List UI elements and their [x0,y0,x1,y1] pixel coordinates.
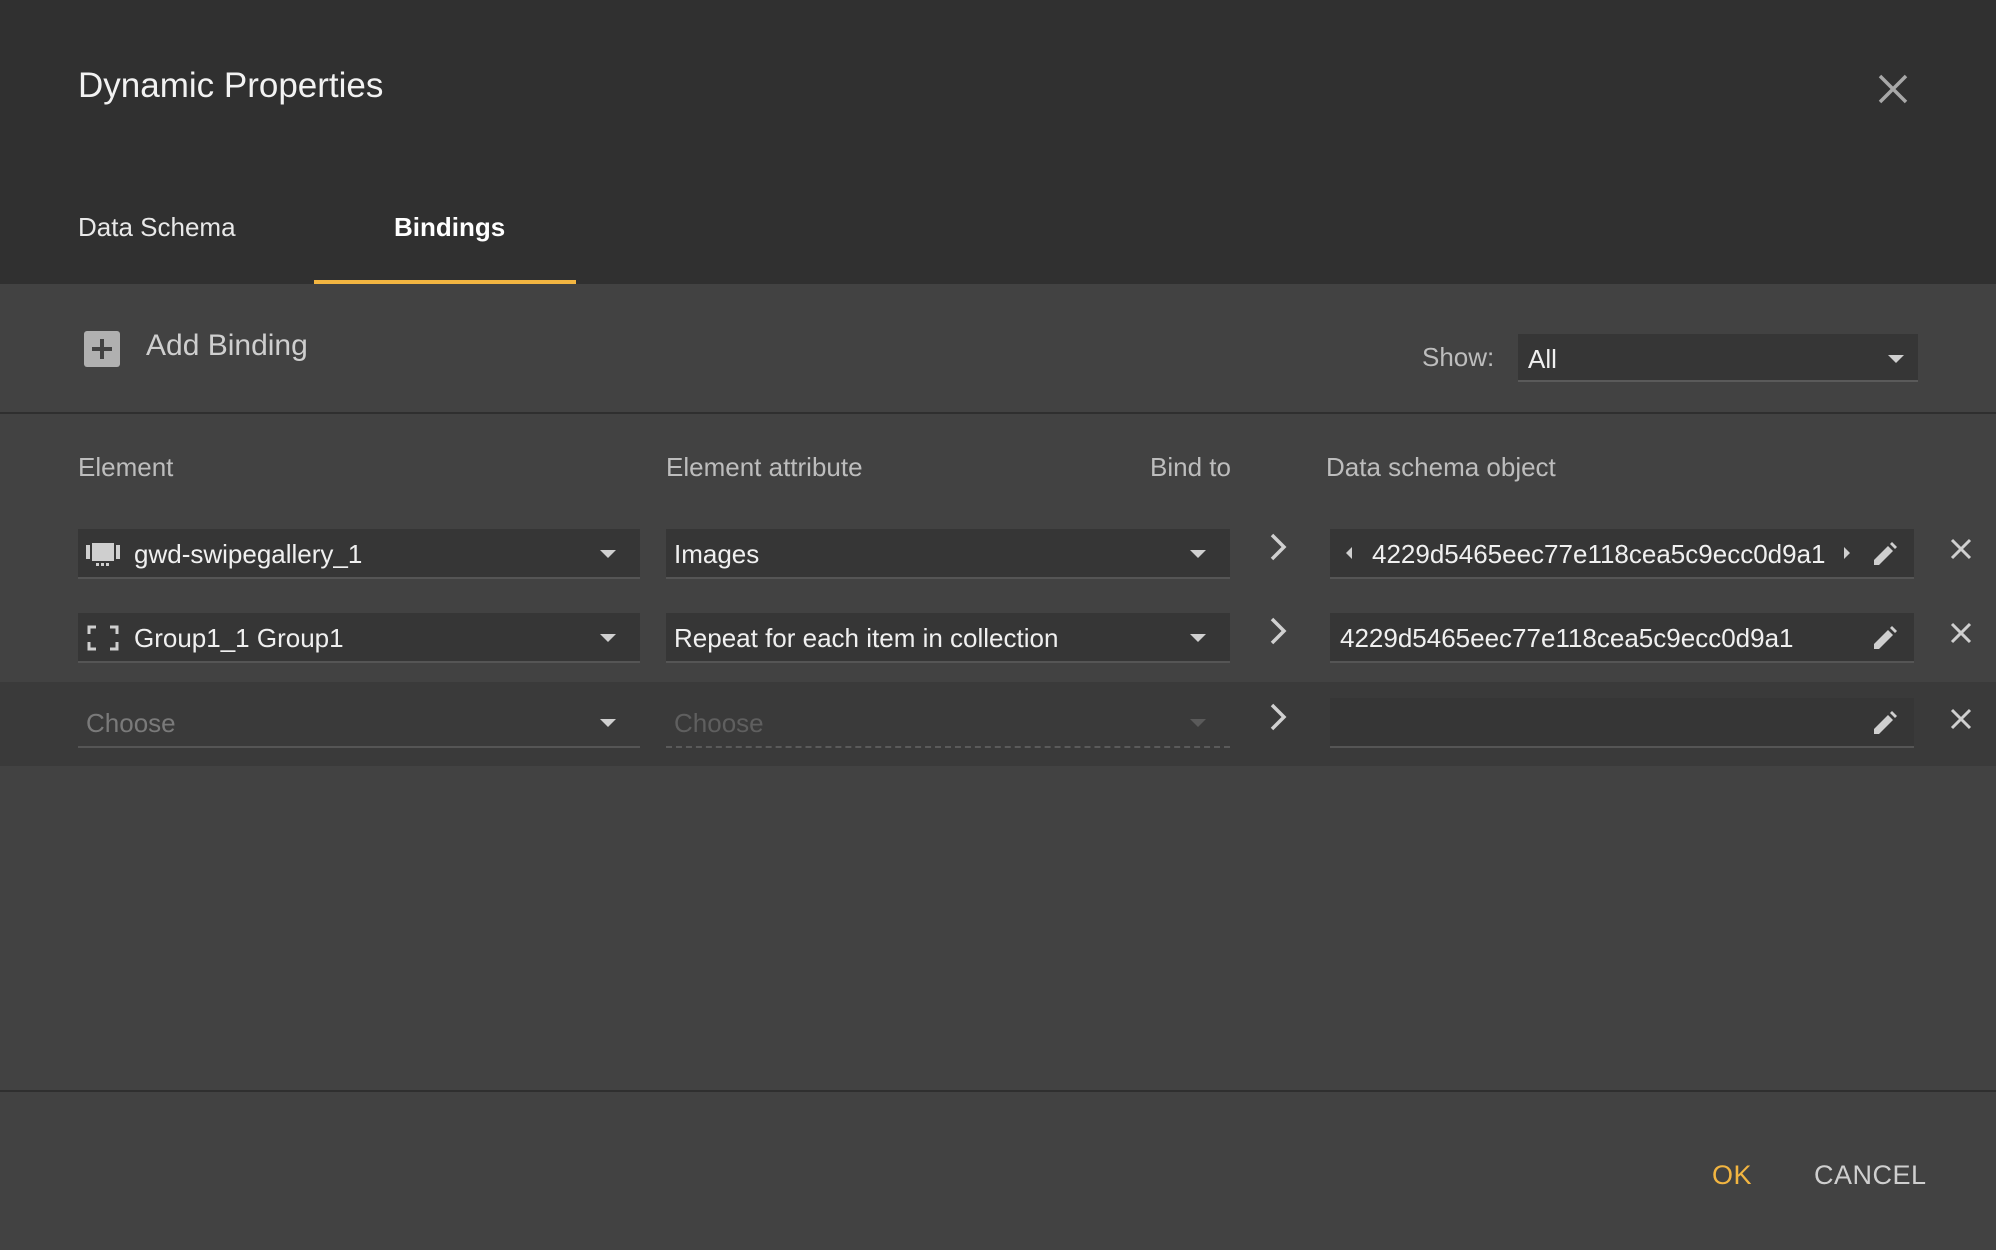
attribute-value: Images [674,539,760,569]
pencil-icon[interactable] [1870,541,1898,569]
chevron-down-icon [1190,550,1206,558]
dialog-header: Dynamic Properties Data Schema Bindings [0,0,1996,284]
schema-object-value: 4229d5465eec77e118cea5c9ecc0d9a1 [1372,539,1826,569]
cancel-button[interactable]: CANCEL [1814,1160,1927,1191]
bindings-toolbar: Add Binding Show: All [0,284,1996,414]
chevron-down-icon [1190,634,1206,642]
pencil-icon[interactable] [1870,710,1898,738]
tab-data-schema[interactable]: Data Schema [78,212,236,243]
element-value: gwd-swipegallery_1 [134,539,363,569]
chevron-down-icon [600,550,616,558]
binding-row: gwd-swipegallery_1 Images 4229d5465eec77… [0,512,1996,596]
element-select[interactable]: gwd-swipegallery_1 [78,529,640,579]
column-header-schema-object: Data schema object [1326,452,1556,482]
delete-row-icon[interactable] [1946,618,1976,648]
attribute-value: Repeat for each item in collection [674,623,1059,653]
binding-row-new: Choose Choose [0,682,1996,766]
schema-object-value: 4229d5465eec77e118cea5c9ecc0d9a1 [1340,623,1794,653]
element-value: Group1_1 Group1 [134,623,344,653]
chevron-down-icon [1888,355,1904,363]
group-bracket-icon [86,625,120,651]
show-filter-value: All [1528,344,1557,374]
attribute-select[interactable]: Images [666,529,1230,579]
arrow-right-icon[interactable] [1844,547,1850,559]
dialog-title: Dynamic Properties [78,66,384,105]
chevron-down-icon [1190,719,1206,727]
delete-row-icon[interactable] [1946,534,1976,564]
schema-object-field[interactable]: 4229d5465eec77e118cea5c9ecc0d9a1 [1330,529,1914,579]
dialog-footer: OK CANCEL [0,1090,1996,1250]
schema-object-field[interactable]: 4229d5465eec77e118cea5c9ecc0d9a1 [1330,613,1914,663]
attribute-select[interactable]: Repeat for each item in collection [666,613,1230,663]
chevron-right-icon[interactable] [1264,700,1292,734]
attribute-select[interactable]: Choose [666,698,1230,748]
delete-row-icon[interactable] [1946,704,1976,734]
element-placeholder: Choose [86,708,176,738]
plus-box-icon[interactable] [84,331,120,367]
column-header-bind-to: Bind to [1150,452,1231,482]
close-icon[interactable] [1874,70,1912,108]
column-header-element: Element [78,452,174,482]
chevron-down-icon [600,719,616,727]
element-select[interactable]: Choose [78,698,640,748]
add-binding-button[interactable]: Add Binding [146,329,308,363]
ok-button[interactable]: OK [1712,1160,1752,1191]
binding-row: Group1_1 Group1 Repeat for each item in … [0,596,1996,680]
show-filter-select[interactable]: All [1518,334,1918,382]
element-select[interactable]: Group1_1 Group1 [78,613,640,663]
pencil-icon[interactable] [1870,625,1898,653]
tab-bindings[interactable]: Bindings [394,212,505,243]
chevron-right-icon[interactable] [1264,614,1292,648]
show-filter-label: Show: [1422,342,1495,372]
chevron-right-icon[interactable] [1264,530,1292,564]
arrow-left-icon[interactable] [1346,547,1352,559]
column-header-attribute: Element attribute [666,452,863,482]
attribute-placeholder: Choose [674,708,764,738]
gallery-icon [86,541,120,567]
schema-object-field[interactable] [1330,698,1914,748]
chevron-down-icon [600,634,616,642]
